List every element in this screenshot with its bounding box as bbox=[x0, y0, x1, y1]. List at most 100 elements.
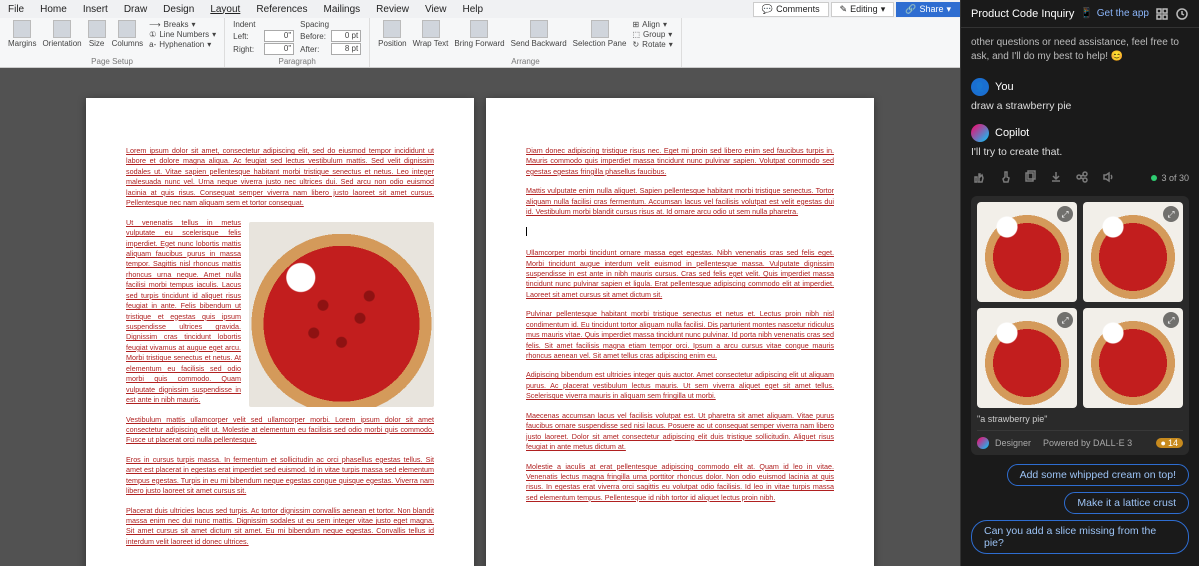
boost-coin[interactable]: ● 14 bbox=[1156, 438, 1183, 448]
thumbs-down-icon[interactable] bbox=[997, 170, 1013, 186]
group-button[interactable]: ⬚ Group ▾ bbox=[632, 30, 672, 39]
spacing-before-label: Before: bbox=[300, 32, 328, 41]
result-image-2[interactable]: ⤢ bbox=[1083, 202, 1183, 302]
suggestion-3[interactable]: Can you add a slice missing from the pie… bbox=[971, 520, 1189, 554]
spacing-header: Spacing bbox=[300, 20, 361, 29]
para[interactable]: Pulvinar pellentesque habitant morbi tri… bbox=[526, 309, 834, 361]
expand-icon[interactable]: ⤢ bbox=[1057, 206, 1073, 222]
size-label: Size bbox=[89, 39, 105, 48]
suggestion-1[interactable]: Add some whipped cream on top! bbox=[1007, 464, 1189, 486]
margins-button[interactable]: Margins bbox=[8, 20, 36, 48]
text-cursor bbox=[526, 227, 527, 236]
thumbs-up-icon[interactable] bbox=[971, 170, 987, 186]
indent-right-input[interactable]: 0" bbox=[264, 43, 294, 55]
get-app-label: Get the app bbox=[1097, 8, 1149, 19]
user-header: 👤 You bbox=[971, 78, 1189, 96]
para[interactable]: Maecenas accumsan lacus vel facilisis vo… bbox=[526, 411, 834, 453]
pane-label: Selection Pane bbox=[573, 39, 627, 48]
indent-left-input[interactable]: 0" bbox=[264, 30, 294, 42]
get-app-button[interactable]: 📱 Get the app bbox=[1080, 8, 1149, 19]
editing-button[interactable]: ✎ Editing ▾ bbox=[831, 2, 895, 17]
credits-counter: 3 of 30 bbox=[1151, 173, 1189, 183]
size-icon bbox=[88, 20, 106, 38]
position-button[interactable]: Position bbox=[378, 20, 406, 48]
menu-file[interactable]: File bbox=[0, 2, 32, 17]
menu-bar: File Home Insert Draw Design Layout Refe… bbox=[0, 0, 960, 18]
status-dot-icon bbox=[1151, 175, 1157, 181]
export-icon[interactable] bbox=[1049, 170, 1065, 186]
designer-logo-icon bbox=[977, 437, 989, 449]
para[interactable]: Mattis vulputate enim nulla aliquet. Sap… bbox=[526, 186, 834, 217]
result-image-1[interactable]: ⤢ bbox=[977, 202, 1077, 302]
menu-draw[interactable]: Draw bbox=[116, 2, 155, 17]
selection-pane-button[interactable]: Selection Pane bbox=[573, 20, 627, 48]
group-paragraph: Indent Left:0" Right:0" Spacing Before:0… bbox=[225, 18, 370, 67]
expand-icon[interactable]: ⤢ bbox=[1057, 312, 1073, 328]
backward-label: Send Backward bbox=[511, 39, 567, 48]
expand-icon[interactable]: ⤢ bbox=[1163, 312, 1179, 328]
menu-design[interactable]: Design bbox=[155, 2, 202, 17]
wrap-text-button[interactable]: Wrap Text bbox=[413, 20, 449, 48]
para[interactable]: Diam donec adipiscing tristique risus ne… bbox=[526, 146, 834, 177]
para[interactable]: Ullamcorper morbi tincidunt ornare massa… bbox=[526, 248, 834, 300]
columns-icon bbox=[118, 20, 136, 38]
suggestion-2[interactable]: Make it a lattice crust bbox=[1064, 492, 1189, 514]
size-button[interactable]: Size bbox=[88, 20, 106, 48]
forward-icon bbox=[470, 20, 488, 38]
user-avatar-icon: 👤 bbox=[971, 78, 989, 96]
backward-icon bbox=[530, 20, 548, 38]
para[interactable]: Placerat duis ultricies lacus sed turpis… bbox=[126, 506, 434, 548]
copilot-header: Product Code Inquiry 📱 Get the app bbox=[961, 0, 1199, 28]
suggestions: Add some whipped cream on top! Make it a… bbox=[961, 456, 1199, 566]
align-label: Align bbox=[642, 20, 660, 29]
send-backward-button[interactable]: Send Backward bbox=[511, 20, 567, 48]
para[interactable]: Eros in cursus turpis massa. In fermentu… bbox=[126, 455, 434, 497]
spacing-after-input[interactable]: 8 pt bbox=[331, 43, 361, 55]
columns-label: Columns bbox=[112, 39, 144, 48]
share-button[interactable]: 🔗 Share ▾ bbox=[896, 2, 960, 17]
read-aloud-icon[interactable] bbox=[1101, 170, 1117, 186]
para[interactable]: Vestibulum mattis ullamcorper velit sed … bbox=[126, 415, 434, 446]
menu-help[interactable]: Help bbox=[454, 2, 491, 17]
spacing-before-input[interactable]: 0 pt bbox=[331, 30, 361, 42]
powered-label: Powered by DALL·E 3 bbox=[1043, 438, 1132, 448]
result-image-4[interactable]: ⤢ bbox=[1083, 308, 1183, 408]
para[interactable]: Adipiscing bibendum est ultricies intege… bbox=[526, 370, 834, 401]
page-2[interactable]: Diam donec adipiscing tristique risus ne… bbox=[486, 98, 874, 566]
menu-mailings[interactable]: Mailings bbox=[315, 2, 368, 17]
result-image-3[interactable]: ⤢ bbox=[977, 308, 1077, 408]
line-numbers-button[interactable]: ① Line Numbers ▾ bbox=[149, 30, 216, 39]
para[interactable]: Molestie a iaculis at erat pellentesque … bbox=[526, 462, 834, 504]
bring-forward-button[interactable]: Bring Forward bbox=[454, 20, 504, 48]
group-label: Group bbox=[643, 30, 665, 39]
expand-icon[interactable]: ⤢ bbox=[1163, 206, 1179, 222]
para[interactable]: Lorem ipsum dolor sit amet, consectetur … bbox=[126, 146, 434, 209]
menu-references[interactable]: References bbox=[248, 2, 315, 17]
rotate-button[interactable]: ↻ Rotate ▾ bbox=[632, 40, 672, 49]
history-icon[interactable] bbox=[1175, 7, 1189, 21]
menu-view[interactable]: View bbox=[417, 2, 455, 17]
breaks-label: Breaks bbox=[164, 20, 189, 29]
menu-layout[interactable]: Layout bbox=[202, 2, 248, 17]
copy-icon[interactable] bbox=[1023, 170, 1039, 186]
para[interactable] bbox=[526, 227, 834, 239]
inline-image-strawberry-pie[interactable] bbox=[249, 222, 434, 407]
menu-home[interactable]: Home bbox=[32, 2, 75, 17]
share-icon[interactable] bbox=[1075, 170, 1091, 186]
document-canvas[interactable]: Lorem ipsum dolor sit amet, consectetur … bbox=[0, 68, 960, 566]
user-message: draw a strawberry pie bbox=[971, 100, 1189, 112]
comments-button[interactable]: 💬 Comments bbox=[753, 2, 829, 17]
menu-review[interactable]: Review bbox=[368, 2, 417, 17]
align-button[interactable]: ⊞ Align ▾ bbox=[632, 20, 672, 29]
columns-button[interactable]: Columns bbox=[112, 20, 144, 48]
orientation-button[interactable]: Orientation bbox=[42, 20, 81, 48]
page-1[interactable]: Lorem ipsum dolor sit amet, consectetur … bbox=[86, 98, 474, 566]
breaks-button[interactable]: ⟶ Breaks ▾ bbox=[149, 20, 216, 29]
line-numbers-label: Line Numbers bbox=[159, 30, 209, 39]
copilot-panel: Product Code Inquiry 📱 Get the app other… bbox=[960, 0, 1199, 566]
grid-icon[interactable] bbox=[1155, 7, 1169, 21]
menu-insert[interactable]: Insert bbox=[75, 2, 116, 17]
hyphenation-button[interactable]: a- Hyphenation ▾ bbox=[149, 40, 216, 49]
group-label-arrange: Arrange bbox=[370, 57, 681, 66]
copilot-chat[interactable]: other questions or need assistance, feel… bbox=[961, 28, 1199, 456]
